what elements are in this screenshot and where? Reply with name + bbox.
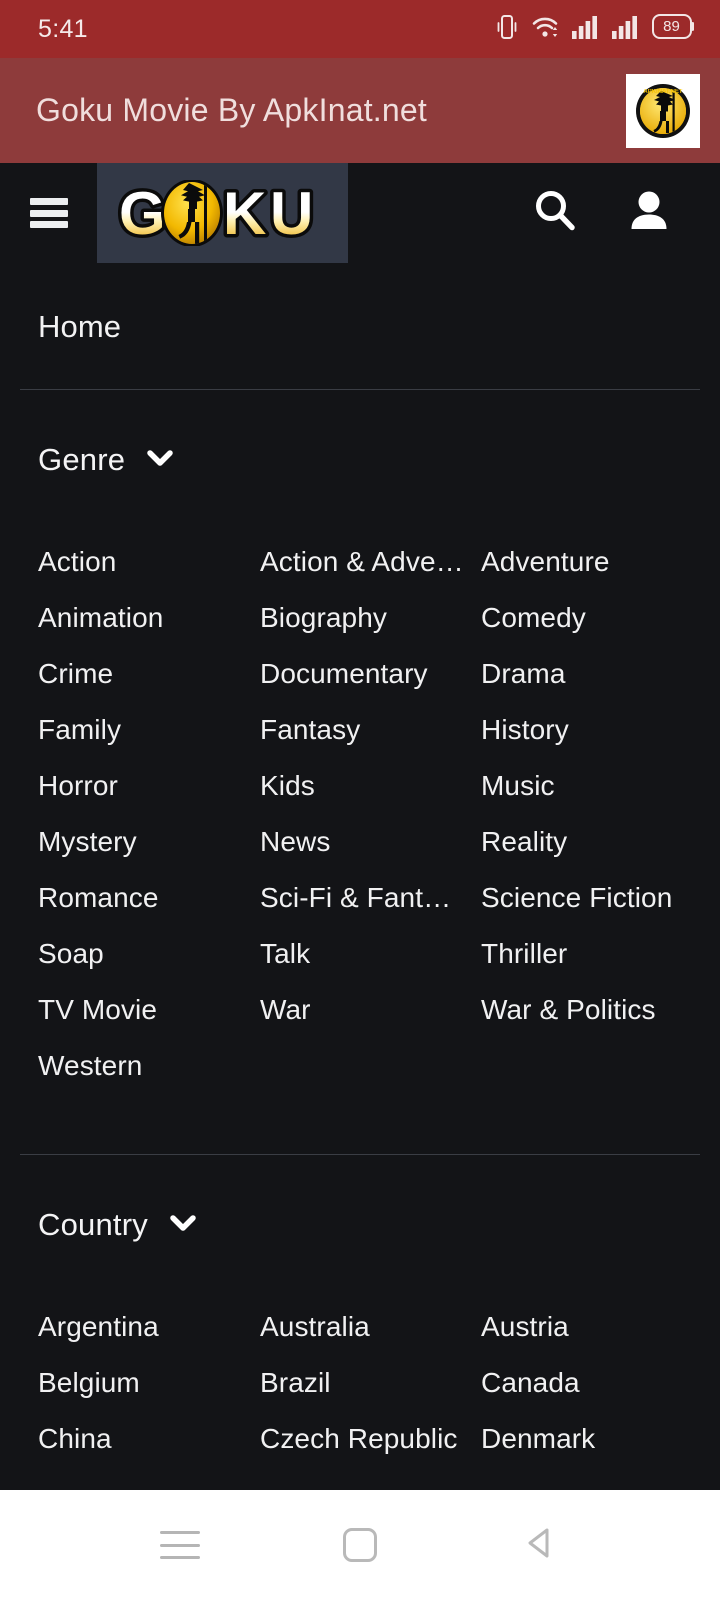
genre-item[interactable]: TV Movie (38, 982, 260, 1038)
svg-text:APKINAT.NET: APKINAT.NET (643, 89, 683, 95)
genre-item[interactable]: Reality (481, 814, 706, 870)
svg-text:U: U (270, 180, 313, 246)
genre-item[interactable]: Soap (38, 926, 260, 982)
genre-item[interactable]: Crime (38, 646, 260, 702)
country-item[interactable]: Belgium (38, 1355, 260, 1411)
wifi-icon (531, 14, 559, 45)
genre-item[interactable]: Drama (481, 646, 706, 702)
account-icon[interactable] (626, 188, 672, 239)
genre-toggle[interactable]: Genre (0, 442, 720, 534)
genre-item[interactable]: Animation (38, 590, 260, 646)
svg-text:K: K (223, 180, 266, 246)
hamburger-icon[interactable] (30, 198, 68, 228)
header-actions (532, 188, 672, 239)
chevron-down-icon (170, 1214, 196, 1237)
genre-grid: Action Action & Adven… Adventure Animati… (0, 534, 720, 1154)
country-item[interactable]: Austria (481, 1299, 706, 1355)
genre-item[interactable]: Romance (38, 870, 260, 926)
phone-screen: 5:41 89 Goku Movie By ApkInat.net APKINA… (0, 0, 720, 1600)
country-title: Country (38, 1207, 148, 1242)
genre-item-empty (260, 1038, 481, 1094)
genre-item[interactable]: War & Politics (481, 982, 706, 1038)
genre-item[interactable]: Talk (260, 926, 481, 982)
genre-item[interactable]: Family (38, 702, 260, 758)
site-header: G K U (0, 163, 720, 263)
genre-item[interactable]: Sci-Fi & Fantasy (260, 870, 481, 926)
svg-text:G: G (119, 180, 166, 246)
home-button[interactable] (315, 1500, 405, 1590)
genre-item[interactable]: News (260, 814, 481, 870)
genre-item[interactable]: Science Fiction (481, 870, 706, 926)
chevron-down-icon (147, 449, 173, 472)
nav-drawer: Home Genre Action Action & Adven… Advent… (0, 263, 720, 1467)
country-item[interactable]: China (38, 1411, 260, 1467)
back-button[interactable] (495, 1500, 585, 1590)
genre-item[interactable]: Adventure (481, 534, 706, 590)
status-time: 5:41 (38, 14, 88, 43)
search-icon[interactable] (532, 188, 578, 239)
status-bar: 5:41 89 (0, 0, 720, 58)
nav-item-home[interactable]: Home (0, 263, 720, 389)
section-genre: Genre Action Action & Adven… Adventure A… (0, 390, 720, 1154)
genre-item[interactable]: Action & Adven… (260, 534, 481, 590)
genre-item[interactable]: Documentary (260, 646, 481, 702)
genre-item[interactable]: Horror (38, 758, 260, 814)
genre-item[interactable]: History (481, 702, 706, 758)
country-toggle[interactable]: Country (0, 1207, 720, 1299)
genre-item[interactable]: Western (38, 1038, 260, 1094)
genre-item[interactable]: Biography (260, 590, 481, 646)
app-title-bar: Goku Movie By ApkInat.net APKINAT.NET (0, 58, 720, 163)
genre-item[interactable]: Kids (260, 758, 481, 814)
genre-item[interactable]: Action (38, 534, 260, 590)
signal-icon (572, 15, 599, 44)
system-navigation-bar (0, 1490, 720, 1600)
genre-item[interactable]: Fantasy (260, 702, 481, 758)
section-country: Country Argentina Australia Austria Belg… (0, 1155, 720, 1467)
country-item[interactable]: Czech Republic (260, 1411, 481, 1467)
battery-icon: 89 (652, 14, 694, 44)
country-item[interactable]: Denmark (481, 1411, 706, 1467)
genre-item-empty (481, 1038, 706, 1094)
genre-item[interactable]: Comedy (481, 590, 706, 646)
signal-icon (612, 15, 639, 44)
genre-item[interactable]: Mystery (38, 814, 260, 870)
genre-item[interactable]: War (260, 982, 481, 1038)
home-icon (343, 1528, 377, 1562)
genre-item[interactable]: Thriller (481, 926, 706, 982)
genre-title: Genre (38, 442, 126, 477)
back-icon (522, 1525, 558, 1566)
status-icon-group: 89 (496, 14, 694, 45)
goku-logo[interactable]: G K U (97, 163, 348, 263)
vibrate-icon (496, 14, 518, 45)
recents-icon (160, 1531, 200, 1559)
app-title: Goku Movie By ApkInat.net (36, 92, 427, 128)
country-grid: Argentina Australia Austria Belgium Braz… (0, 1299, 720, 1467)
goku-app-icon: APKINAT.NET (626, 73, 700, 148)
goku-logo-mark: G K U (115, 180, 331, 246)
country-item[interactable]: Canada (481, 1355, 706, 1411)
recents-button[interactable] (135, 1500, 225, 1590)
country-item[interactable]: Brazil (260, 1355, 481, 1411)
genre-item[interactable]: Music (481, 758, 706, 814)
country-item[interactable]: Australia (260, 1299, 481, 1355)
battery-level-text: 89 (663, 18, 680, 35)
country-item[interactable]: Argentina (38, 1299, 260, 1355)
